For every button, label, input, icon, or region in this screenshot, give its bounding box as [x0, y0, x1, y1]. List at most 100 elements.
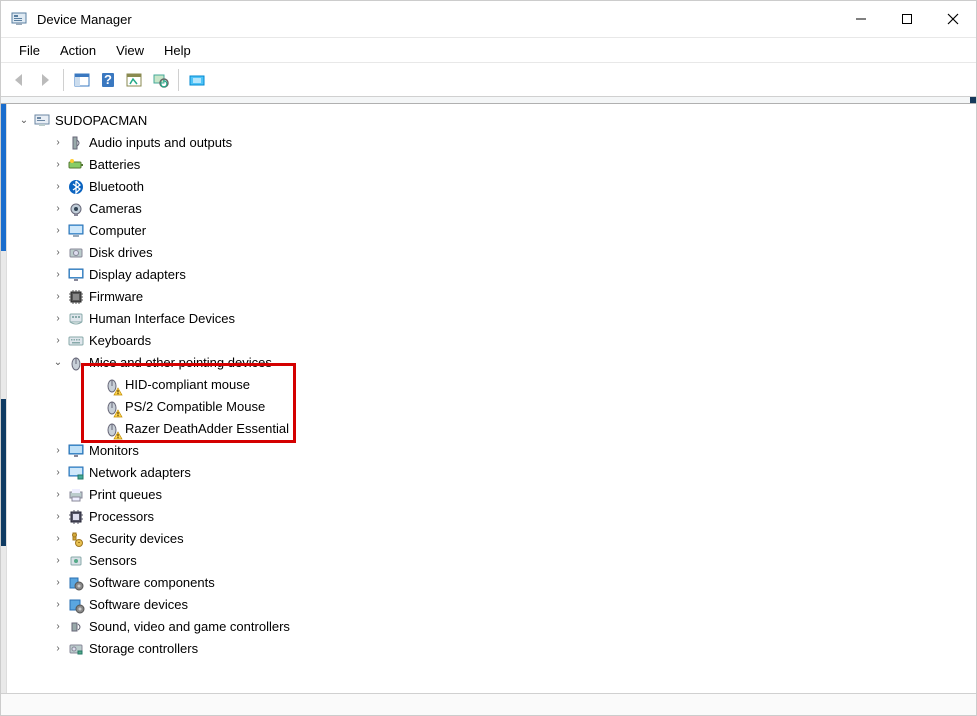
- computer-icon: [67, 222, 85, 240]
- back-button: [7, 68, 31, 92]
- tree-category[interactable]: › Disk drives: [7, 242, 976, 264]
- root-label: SUDOPACMAN: [55, 110, 159, 132]
- menu-view[interactable]: View: [106, 40, 154, 61]
- content-area: ⌄ SUDOPACMAN ›Audio inputs and outputs›B…: [1, 103, 976, 693]
- device-label: PS/2 Compatible Mouse: [125, 396, 277, 418]
- computer-icon: [33, 112, 51, 130]
- tree-category[interactable]: › Batteries: [7, 154, 976, 176]
- bluetooth-icon: [67, 178, 85, 196]
- expand-icon[interactable]: ›: [51, 506, 65, 528]
- toolbar: ?: [1, 63, 976, 97]
- scan-hardware-button[interactable]: [148, 68, 172, 92]
- close-button[interactable]: [930, 1, 976, 37]
- expand-icon[interactable]: ›: [51, 308, 65, 330]
- statusbar: [1, 693, 976, 715]
- expand-icon[interactable]: ›: [51, 594, 65, 616]
- tree-category[interactable]: › Sound, video and game controllers: [7, 616, 976, 638]
- show-hide-console-tree-button[interactable]: [70, 68, 94, 92]
- tree-category[interactable]: ›Bluetooth: [7, 176, 976, 198]
- battery-icon: [67, 156, 85, 174]
- category-label: Disk drives: [89, 242, 165, 264]
- keyboard-icon: [67, 332, 85, 350]
- expand-icon[interactable]: ›: [51, 550, 65, 572]
- menubar: File Action View Help: [1, 37, 976, 63]
- tree-category[interactable]: ›Network adapters: [7, 462, 976, 484]
- expand-icon[interactable]: ›: [51, 638, 65, 660]
- category-label: Mice and other pointing devices: [89, 352, 284, 374]
- tree-category[interactable]: ›Sensors: [7, 550, 976, 572]
- menu-file[interactable]: File: [9, 40, 50, 61]
- category-label: Processors: [89, 506, 166, 528]
- titlebar[interactable]: Device Manager: [1, 1, 976, 37]
- tree-category[interactable]: ›Storage controllers: [7, 638, 976, 660]
- category-label: Sound, video and game controllers: [89, 616, 302, 638]
- tree-device[interactable]: PS/2 Compatible Mouse: [7, 396, 976, 418]
- tree-category[interactable]: › Keyboards: [7, 330, 976, 352]
- tree-category[interactable]: › Display adapters: [7, 264, 976, 286]
- expand-icon[interactable]: ›: [51, 286, 65, 308]
- forward-button: [33, 68, 57, 92]
- tree-category[interactable]: › Computer: [7, 220, 976, 242]
- category-label: Human Interface Devices: [89, 308, 247, 330]
- tree-category[interactable]: › Human Interface Devices: [7, 308, 976, 330]
- tree-category[interactable]: › Software components: [7, 572, 976, 594]
- expand-icon[interactable]: ›: [51, 242, 65, 264]
- tree-root[interactable]: ⌄ SUDOPACMAN: [7, 110, 976, 132]
- expand-icon[interactable]: ›: [51, 484, 65, 506]
- category-label: Software devices: [89, 594, 200, 616]
- tree-category[interactable]: ⌄ Mice and other pointing devices: [7, 352, 976, 374]
- menu-action[interactable]: Action: [50, 40, 106, 61]
- tree-device[interactable]: HID-compliant mouse: [7, 374, 976, 396]
- tree-category[interactable]: ›Audio inputs and outputs: [7, 132, 976, 154]
- expand-icon[interactable]: ›: [51, 220, 65, 242]
- mouse-icon: [67, 354, 85, 372]
- category-label: Print queues: [89, 484, 174, 506]
- tree-category[interactable]: ›Firmware: [7, 286, 976, 308]
- tree-category[interactable]: › Security devices: [7, 528, 976, 550]
- menu-help[interactable]: Help: [154, 40, 201, 61]
- device-tree[interactable]: ⌄ SUDOPACMAN ›Audio inputs and outputs›B…: [7, 104, 976, 693]
- tree-category[interactable]: › Software devices: [7, 594, 976, 616]
- expand-icon[interactable]: ›: [51, 154, 65, 176]
- expand-icon[interactable]: ›: [51, 132, 65, 154]
- device-label: Razer DeathAdder Essential: [125, 418, 301, 440]
- display-icon: [67, 266, 85, 284]
- category-label: Security devices: [89, 528, 196, 550]
- chip-icon: [67, 288, 85, 306]
- expand-icon[interactable]: ›: [51, 440, 65, 462]
- category-label: Software components: [89, 572, 227, 594]
- expand-icon[interactable]: ›: [51, 572, 65, 594]
- category-label: Keyboards: [89, 330, 163, 352]
- tree-category[interactable]: › Print queues: [7, 484, 976, 506]
- category-label: Computer: [89, 220, 158, 242]
- expand-icon[interactable]: ›: [51, 198, 65, 220]
- speaker-icon: [67, 134, 85, 152]
- collapse-icon[interactable]: ⌄: [51, 352, 65, 374]
- category-label: Display adapters: [89, 264, 198, 286]
- app-icon: [11, 11, 27, 27]
- category-label: Batteries: [89, 154, 152, 176]
- help-button[interactable]: ?: [96, 68, 120, 92]
- expand-icon[interactable]: ›: [51, 330, 65, 352]
- expand-icon[interactable]: ›: [51, 616, 65, 638]
- maximize-button[interactable]: [884, 1, 930, 37]
- mouse-icon: [103, 420, 121, 438]
- toolbar-separator: [178, 69, 179, 91]
- add-driver-button[interactable]: [185, 68, 209, 92]
- tree-category[interactable]: ›Monitors: [7, 440, 976, 462]
- properties-button[interactable]: [122, 68, 146, 92]
- window-title: Device Manager: [37, 12, 838, 27]
- tree-category[interactable]: › Processors: [7, 506, 976, 528]
- expand-icon[interactable]: ›: [51, 528, 65, 550]
- tree-category[interactable]: ›Cameras: [7, 198, 976, 220]
- toolbar-separator: [63, 69, 64, 91]
- expand-icon[interactable]: ›: [51, 176, 65, 198]
- sensor-icon: [67, 552, 85, 570]
- minimize-button[interactable]: [838, 1, 884, 37]
- expand-icon[interactable]: ›: [51, 264, 65, 286]
- tree-device[interactable]: Razer DeathAdder Essential: [7, 418, 976, 440]
- collapse-icon[interactable]: ⌄: [17, 110, 31, 132]
- sound-icon: [67, 618, 85, 636]
- expand-icon[interactable]: ›: [51, 462, 65, 484]
- security-icon: [67, 530, 85, 548]
